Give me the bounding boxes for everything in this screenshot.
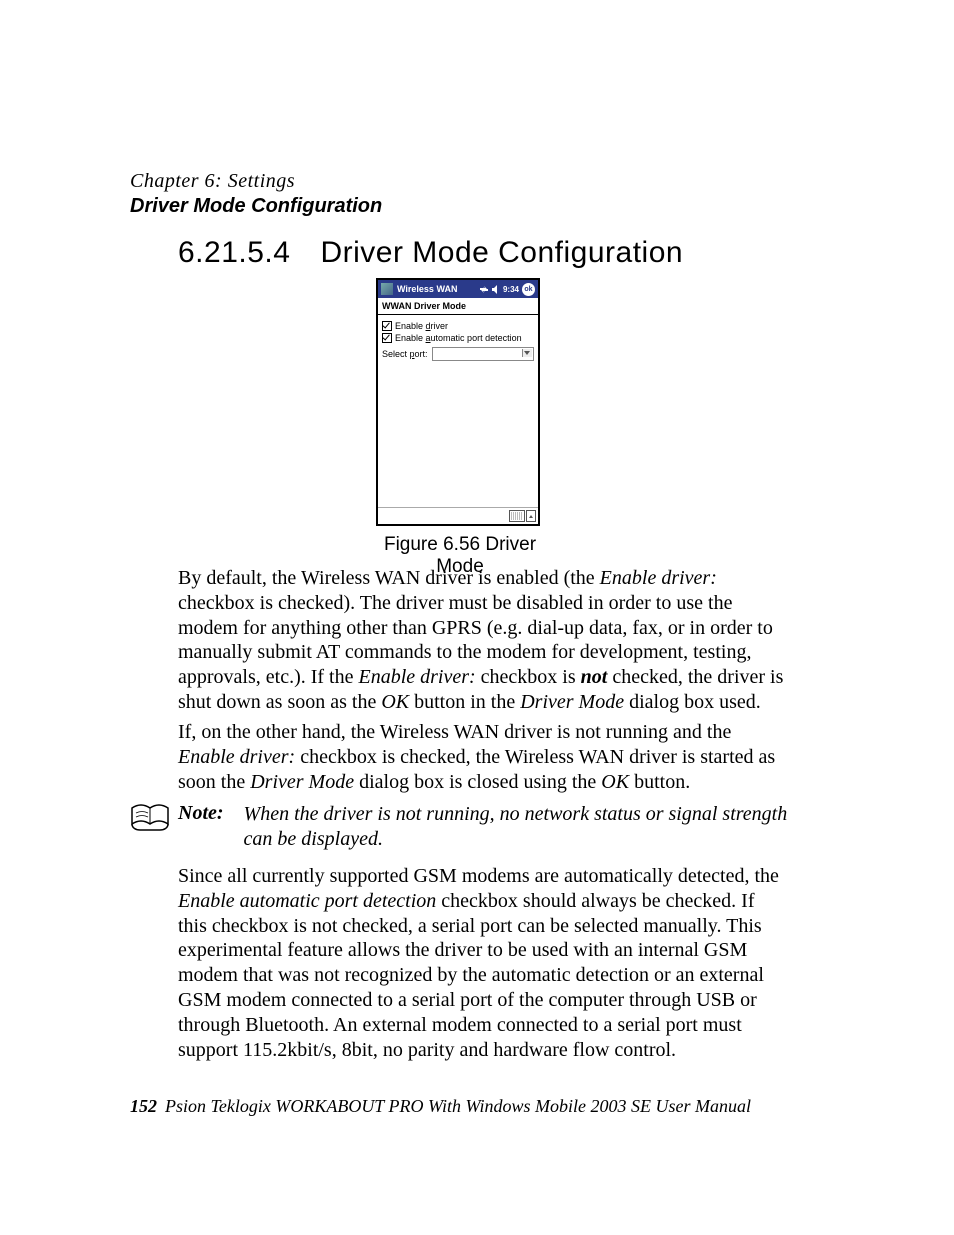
checkbox-icon[interactable]	[382, 321, 392, 331]
keyboard-icon[interactable]	[509, 510, 525, 522]
page-number: 152	[130, 1096, 157, 1116]
note-label: Note:	[178, 802, 224, 852]
dialog-body: Enable driver Enable automatic port dete…	[378, 315, 538, 361]
sip-up-icon[interactable]	[526, 510, 536, 522]
window-title: Wireless WAN	[397, 284, 479, 294]
checkbox-icon[interactable]	[382, 333, 392, 343]
select-port-row: Select port:	[382, 347, 534, 361]
paragraph-3: Since all currently supported GSM modems…	[178, 864, 788, 1062]
enable-auto-port-label: Enable automatic port detection	[395, 333, 522, 343]
section-line: Driver Mode Configuration	[130, 195, 382, 218]
speaker-icon	[492, 285, 500, 294]
connectivity-icon	[479, 285, 489, 294]
page: Chapter 6: Settings Driver Mode Configur…	[0, 0, 954, 1235]
section-heading: 6.21.5.4 Driver Mode Configuration	[178, 236, 683, 270]
figure-screenshot: Wireless WAN 9:34 ok WWAN Driver Mode En…	[376, 278, 540, 526]
system-tray: 9:34 ok	[479, 283, 535, 296]
sip-bar	[378, 507, 538, 524]
heading-number: 6.21.5.4	[178, 236, 290, 270]
select-port-dropdown[interactable]	[432, 347, 534, 361]
enable-driver-label: Enable driver	[395, 321, 448, 331]
heading-title: Driver Mode Configuration	[320, 236, 683, 269]
dialog-subtitle: WWAN Driver Mode	[378, 298, 538, 315]
chapter-line: Chapter 6: Settings	[130, 170, 382, 193]
page-footer: 152 Psion Teklogix WORKABOUT PRO With Win…	[130, 1096, 751, 1117]
titlebar: Wireless WAN 9:34 ok	[378, 280, 538, 298]
enable-driver-row[interactable]: Enable driver	[382, 321, 534, 331]
paragraph-1: By default, the Wireless WAN driver is e…	[178, 566, 788, 715]
paragraph-2: If, on the other hand, the Wireless WAN …	[178, 720, 788, 794]
ok-button[interactable]: ok	[522, 283, 535, 296]
book-icon	[130, 804, 172, 852]
clock: 9:34	[503, 285, 519, 294]
running-header: Chapter 6: Settings Driver Mode Configur…	[130, 170, 382, 218]
note-text: When the driver is not running, no netwo…	[244, 802, 788, 852]
start-icon	[381, 283, 393, 295]
chevron-down-icon	[524, 351, 530, 355]
select-port-label: Select port:	[382, 349, 428, 359]
footer-text: Psion Teklogix WORKABOUT PRO With Window…	[165, 1096, 751, 1116]
note-block: Note: When the driver is not running, no…	[130, 802, 788, 852]
enable-auto-port-row[interactable]: Enable automatic port detection	[382, 333, 534, 343]
